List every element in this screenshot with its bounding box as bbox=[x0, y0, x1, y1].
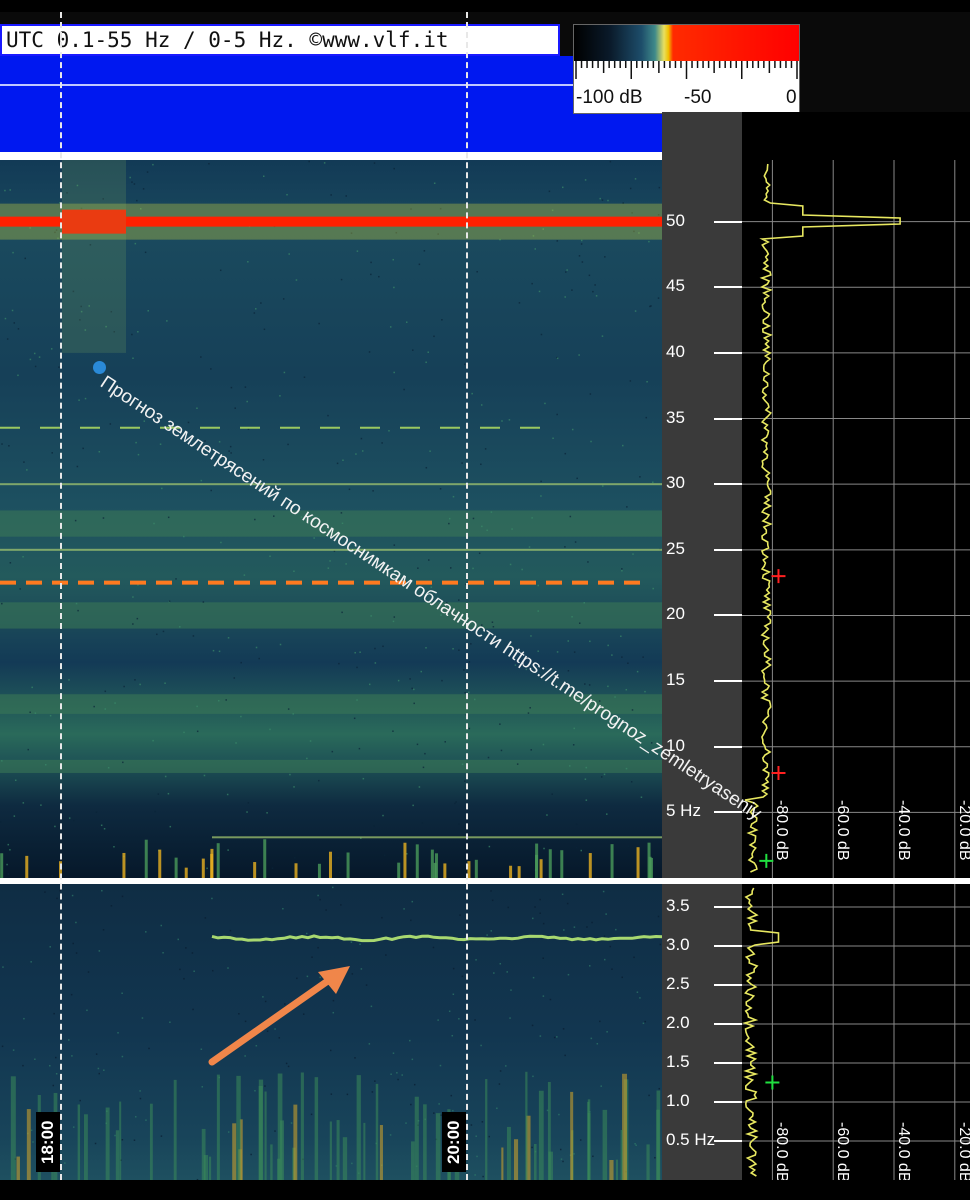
bottom-border bbox=[0, 1180, 970, 1200]
arrow-head bbox=[318, 966, 350, 994]
arrow-shaft bbox=[208, 974, 336, 1066]
spectrogram-figure: UTC 0.1-55 Hz / 0-5 Hz. ©www.vlf.it -100… bbox=[0, 0, 970, 1200]
annotation-arrow bbox=[208, 966, 350, 1066]
